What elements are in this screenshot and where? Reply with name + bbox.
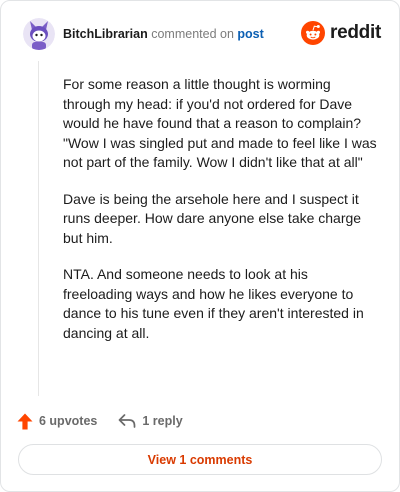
reddit-wordmark: reddit — [330, 22, 381, 43]
comment-actions: 6 upvotes 1 reply — [17, 411, 183, 431]
reddit-brand[interactable]: reddit — [301, 21, 381, 45]
reply-count: 1 reply — [142, 414, 183, 428]
comment-paragraph: NTA. And someone needs to look at his fr… — [63, 266, 364, 341]
avatar-snoo-icon — [23, 18, 55, 50]
upvote-arrow-icon — [17, 413, 33, 429]
post-link[interactable]: post — [237, 27, 263, 41]
comment-card: BitchLibrarian commented on post reddit … — [0, 0, 400, 492]
reply-arrow-icon — [119, 414, 136, 428]
thread-line — [38, 61, 39, 396]
upvote-count: 6 upvotes — [39, 414, 98, 428]
reply-button[interactable]: 1 reply — [118, 414, 183, 428]
user-avatar[interactable] — [23, 18, 55, 50]
reddit-logo-icon — [301, 21, 326, 45]
byline-action-text: commented on — [151, 27, 234, 41]
comment-paragraph: For some reason a little thought is worm… — [63, 76, 377, 170]
upvote-button[interactable]: 6 upvotes — [17, 413, 97, 430]
view-comments-button[interactable]: View 1 comments — [18, 444, 382, 475]
comment-byline: BitchLibrarian commented on post — [63, 27, 264, 41]
username-link[interactable]: BitchLibrarian — [63, 27, 148, 41]
comment-header: BitchLibrarian commented on post reddit — [23, 18, 383, 52]
comment-body: For some reason a little thought is worm… — [63, 75, 377, 360]
comment-paragraph: Dave is being the arsehole here and I su… — [63, 190, 362, 246]
